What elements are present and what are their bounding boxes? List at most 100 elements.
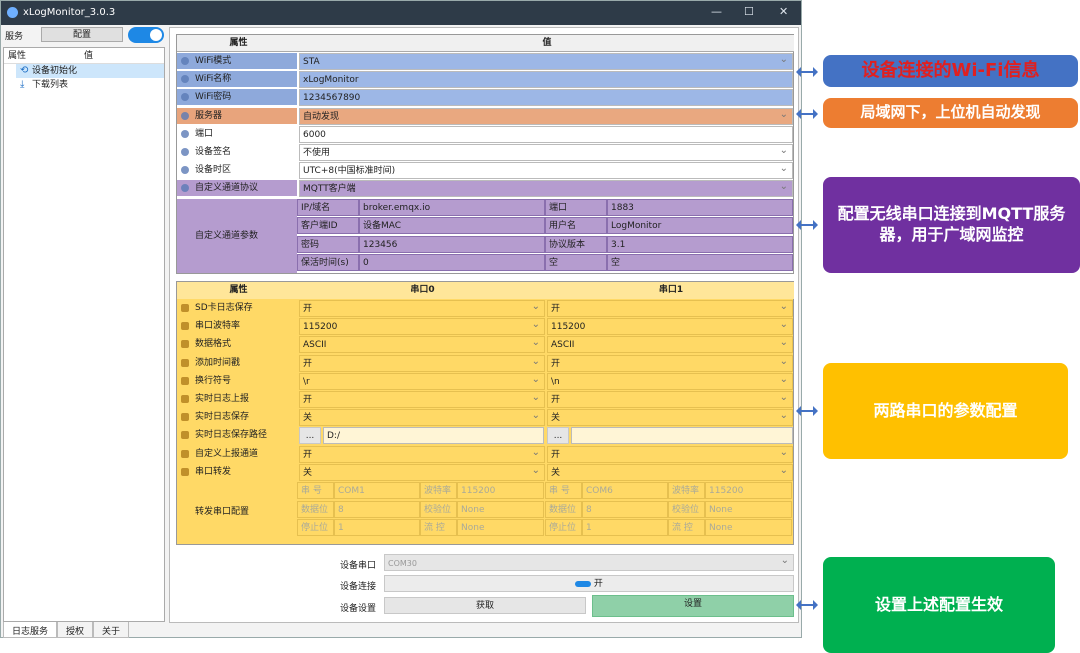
param-cell: IP/域名 (297, 198, 359, 216)
param-cell[interactable]: 设备MAC (359, 217, 545, 235)
forward-cell[interactable]: None (457, 500, 544, 518)
table1-row-value[interactable]: STA (299, 53, 793, 70)
forward-cell[interactable]: 115200 (457, 482, 544, 499)
serial0-select[interactable]: 开 (299, 300, 545, 317)
tab-about[interactable]: 关于 (93, 622, 130, 638)
row-icon (181, 340, 189, 349)
row-icon (181, 376, 189, 385)
config-button[interactable]: 配置 (41, 27, 123, 42)
toggle-icon (575, 580, 592, 587)
param-cell: 保活时间(s) (297, 254, 359, 272)
forward-cell[interactable]: 1 (582, 519, 668, 536)
browse-button-1[interactable]: ... (547, 427, 569, 445)
device-port-select[interactable]: COM30 (384, 552, 794, 571)
table2-header-attr: 属性 (177, 282, 297, 299)
sidebar-item-device-init[interactable]: ⟲ 设备初始化 (16, 64, 164, 78)
browse-button-0[interactable]: ... (299, 427, 321, 445)
serial1-select[interactable]: 开 (547, 445, 793, 463)
close-button[interactable]: ✕ (779, 5, 788, 18)
serial1-select[interactable]: \n (547, 372, 793, 390)
forward-cell: 数据位 (545, 500, 582, 518)
get-button[interactable]: 获取 (384, 597, 586, 614)
table1-row-value[interactable]: 1234567890 (299, 89, 793, 107)
serial0-select[interactable]: \r (299, 372, 545, 390)
table1-row-value[interactable]: UTC+8(中国标准时间) (299, 162, 793, 180)
serial0-select[interactable]: 关 (299, 409, 545, 427)
annotation-arrow (796, 406, 818, 416)
forward-cell[interactable]: None (705, 500, 792, 518)
serial1-select[interactable]: 关 (547, 409, 793, 427)
param-cell[interactable]: LogMonitor (607, 217, 793, 235)
device-settings-label: 设备设置 (340, 604, 377, 614)
forward-cell[interactable]: None (705, 519, 792, 536)
bottom-tabs: 日志服务 授权 关于 (3, 622, 130, 638)
serial0-select[interactable]: 关 (299, 463, 545, 481)
param-cell[interactable]: 0 (359, 254, 545, 272)
table1-row-value[interactable]: MQTT客户端 (299, 180, 793, 198)
table2-row-key: 添加时间戳 (177, 354, 297, 372)
device-connect-switch[interactable]: 开 (384, 575, 794, 592)
table2-row-key: 数据格式 (177, 336, 297, 354)
forward-cell[interactable]: COM1 (334, 482, 420, 499)
forward-cell[interactable]: 8 (582, 500, 668, 518)
tab-license[interactable]: 授权 (57, 622, 94, 638)
param-cell[interactable]: 123456 (359, 235, 545, 253)
serial1-select[interactable]: 开 (547, 391, 793, 408)
forward-cell: 流 控 (420, 519, 457, 536)
serial0-select[interactable]: 开 (299, 391, 545, 408)
forward-cell: 串 号 (545, 482, 582, 499)
table2-row-key: 串口转发 (177, 463, 297, 481)
device-connect-label: 设备连接 (340, 582, 377, 592)
annotation-2: 配置无线串口连接到MQTT服务器，用于广域网监控 (823, 177, 1080, 273)
minimize-button[interactable]: — (711, 5, 722, 18)
param-cell[interactable]: 3.1 (607, 235, 793, 253)
table2-header-c0: 串口0 (297, 282, 545, 299)
forward-cell[interactable]: 115200 (705, 482, 792, 499)
maximize-button[interactable]: ☐ (744, 5, 754, 18)
row-icon (181, 358, 189, 367)
table1-row-value[interactable]: xLogMonitor (299, 71, 793, 89)
path-input-0[interactable]: D:/ (323, 427, 544, 445)
row-icon (181, 449, 189, 458)
annotation-1: 局域网下，上位机自动发现 (823, 98, 1078, 128)
table1-row-value[interactable]: 6000 (299, 125, 793, 143)
forward-cell[interactable]: 8 (334, 500, 420, 518)
serial1-select[interactable]: 开 (547, 354, 793, 372)
forward-cell[interactable]: COM6 (582, 482, 668, 499)
sidebar-item-download-list[interactable]: ⤓ 下载列表 (16, 78, 164, 92)
forward-cell: 校验位 (420, 500, 457, 518)
serial0-select[interactable]: 开 (299, 445, 545, 463)
param-cell: 空 (545, 254, 607, 272)
table1-row-key: WiFi名称 (177, 71, 297, 89)
param-cell[interactable]: 1883 (607, 198, 793, 216)
connect-state: 开 (593, 579, 603, 589)
annotation-arrow (796, 600, 818, 610)
serial0-select[interactable]: 115200 (299, 318, 545, 336)
table2-row-key: 实时日志保存 (177, 409, 297, 427)
table1-row-key: WiFi密码 (177, 89, 297, 107)
table1-row-key: WiFi模式 (177, 53, 297, 70)
row-icon (181, 129, 189, 138)
param-cell[interactable]: broker.emqx.io (359, 198, 545, 216)
table1-row-value[interactable]: 不使用 (299, 144, 793, 161)
serial1-select[interactable]: 115200 (547, 318, 793, 336)
forward-cell: 停止位 (545, 519, 582, 536)
forward-cell: 波特率 (668, 482, 705, 499)
service-toggle[interactable] (128, 27, 164, 43)
table1-row-value[interactable]: 自动发现 (299, 107, 793, 125)
serial1-select[interactable]: 关 (547, 463, 793, 481)
param-cell[interactable]: 空 (607, 254, 793, 272)
path-input-1[interactable] (571, 427, 793, 445)
table1-row-key: 端口 (177, 125, 297, 143)
set-button[interactable]: 设置 (592, 595, 794, 617)
forward-cell[interactable]: 1 (334, 519, 420, 536)
serial0-select[interactable]: 开 (299, 354, 545, 372)
tab-log-service[interactable]: 日志服务 (3, 622, 58, 638)
serial0-select[interactable]: ASCII (299, 336, 545, 354)
serial1-select[interactable]: 开 (547, 300, 793, 317)
annotation-4: 设置上述配置生效 (823, 557, 1055, 653)
forward-config-label: 转发串口配置 (195, 507, 250, 517)
serial1-select[interactable]: ASCII (547, 336, 793, 354)
forward-cell[interactable]: None (457, 519, 544, 536)
sidebar-item-label: 设备初始化 (32, 66, 78, 76)
